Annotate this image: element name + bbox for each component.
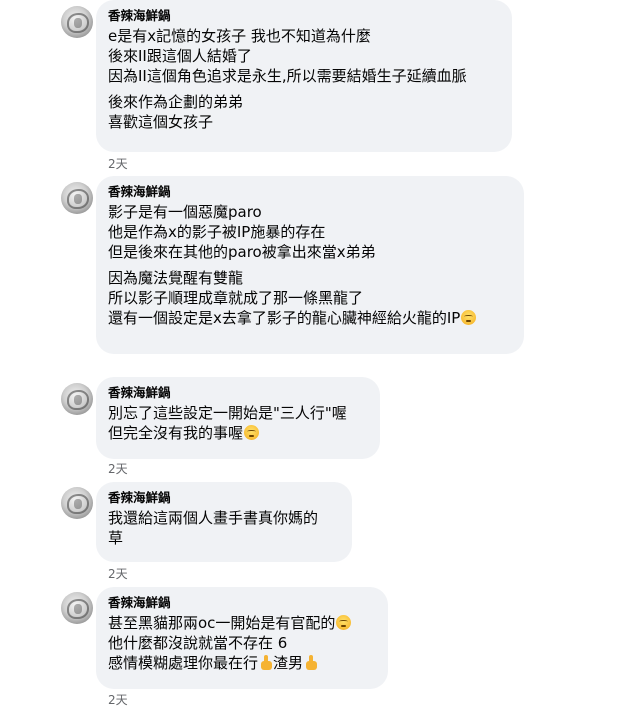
comment-text: 因為魔法覺醒有雙龍: [108, 269, 244, 287]
pensive-face-emoji: [461, 310, 477, 325]
comment-timestamp[interactable]: 2天: [108, 461, 128, 477]
avatar[interactable]: [61, 6, 93, 38]
comment-text: 甚至黑貓那兩oc一開始是有官配的: [108, 613, 376, 633]
comment-author[interactable]: 香辣海鮮鍋: [108, 184, 512, 200]
pensive-face-emoji: [244, 425, 260, 440]
comment-text-segment: 甚至黑貓那兩oc一開始是有官配的: [108, 614, 336, 632]
avatar[interactable]: [61, 487, 93, 519]
comment-text: 後來II跟這個人結婚了: [108, 47, 252, 65]
comment-timestamp[interactable]: 2天: [108, 692, 128, 708]
thumbs-up-emoji: [259, 655, 273, 671]
comment-text: 感情模糊處理你最在行 渣男: [108, 653, 376, 673]
comment-text: e是有x記憶的女孩子 我也不知道為什麼: [108, 27, 371, 45]
thumbs-up-emoji: [304, 655, 318, 671]
avatar[interactable]: [61, 592, 93, 624]
comment-text: 喜歡這個女孩子: [108, 113, 214, 131]
comment-text: 還有一個設定是x去拿了影子的龍心臟神經給火龍的IP: [108, 308, 512, 328]
comment-text: 影子是有一個惡魔paro: [108, 203, 262, 221]
comment-text: 但是後來在其他的paro被拿出來當x弟弟: [108, 243, 376, 261]
comment-text-segment: 但完全沒有我的事喔: [108, 424, 244, 442]
comment-text: 後來作為企劃的弟弟: [108, 93, 244, 111]
comment-bubble: 香辣海鮮鍋 我還給這兩個人畫手書真你媽的 草: [96, 482, 352, 562]
comment-text: 他是作為x的影子被IP施暴的存在: [108, 223, 326, 241]
comment-bubble: 香辣海鮮鍋 別忘了這些設定一開始是"三人行"喔 但完全沒有我的事喔: [96, 377, 380, 459]
avatar[interactable]: [61, 383, 93, 415]
comment-bubble: 香辣海鮮鍋 e是有x記憶的女孩子 我也不知道為什麼 後來II跟這個人結婚了 因為…: [96, 0, 512, 152]
comment-text-segment: 渣男: [273, 654, 304, 672]
comment-text: 我還給這兩個人畫手書真你媽的: [108, 509, 319, 527]
pensive-face-emoji: [336, 615, 352, 630]
comment-timestamp[interactable]: 2天: [108, 566, 128, 582]
comment-text: 所以影子順理成章就成了那一條黑龍了: [108, 289, 364, 307]
comment-bubble: 香辣海鮮鍋 影子是有一個惡魔paro 他是作為x的影子被IP施暴的存在 但是後來…: [96, 176, 524, 354]
comment-text: 別忘了這些設定一開始是"三人行"喔: [108, 404, 347, 422]
comment-timestamp[interactable]: 2天: [108, 156, 128, 172]
comment-author[interactable]: 香辣海鮮鍋: [108, 385, 368, 401]
comment-author[interactable]: 香辣海鮮鍋: [108, 490, 340, 506]
comment-text: 因為II這個角色追求是永生,所以需要結婚生子延續血脈: [108, 67, 467, 85]
comment-text-segment: 還有一個設定是x去拿了影子的龍心臟神經給火龍的IP: [108, 309, 461, 327]
avatar[interactable]: [61, 182, 93, 214]
comment-author[interactable]: 香辣海鮮鍋: [108, 8, 500, 24]
comment-bubble: 香辣海鮮鍋 甚至黑貓那兩oc一開始是有官配的 他什麼都沒說就當不存在 6 感情模…: [96, 587, 388, 689]
comment-text: 他什麼都沒說就當不存在 6: [108, 634, 288, 652]
comment-text: 但完全沒有我的事喔: [108, 423, 368, 443]
comment-author[interactable]: 香辣海鮮鍋: [108, 595, 376, 611]
comment-text: 草: [108, 529, 124, 547]
comment-text-segment: 感情模糊處理你最在行: [108, 654, 259, 672]
